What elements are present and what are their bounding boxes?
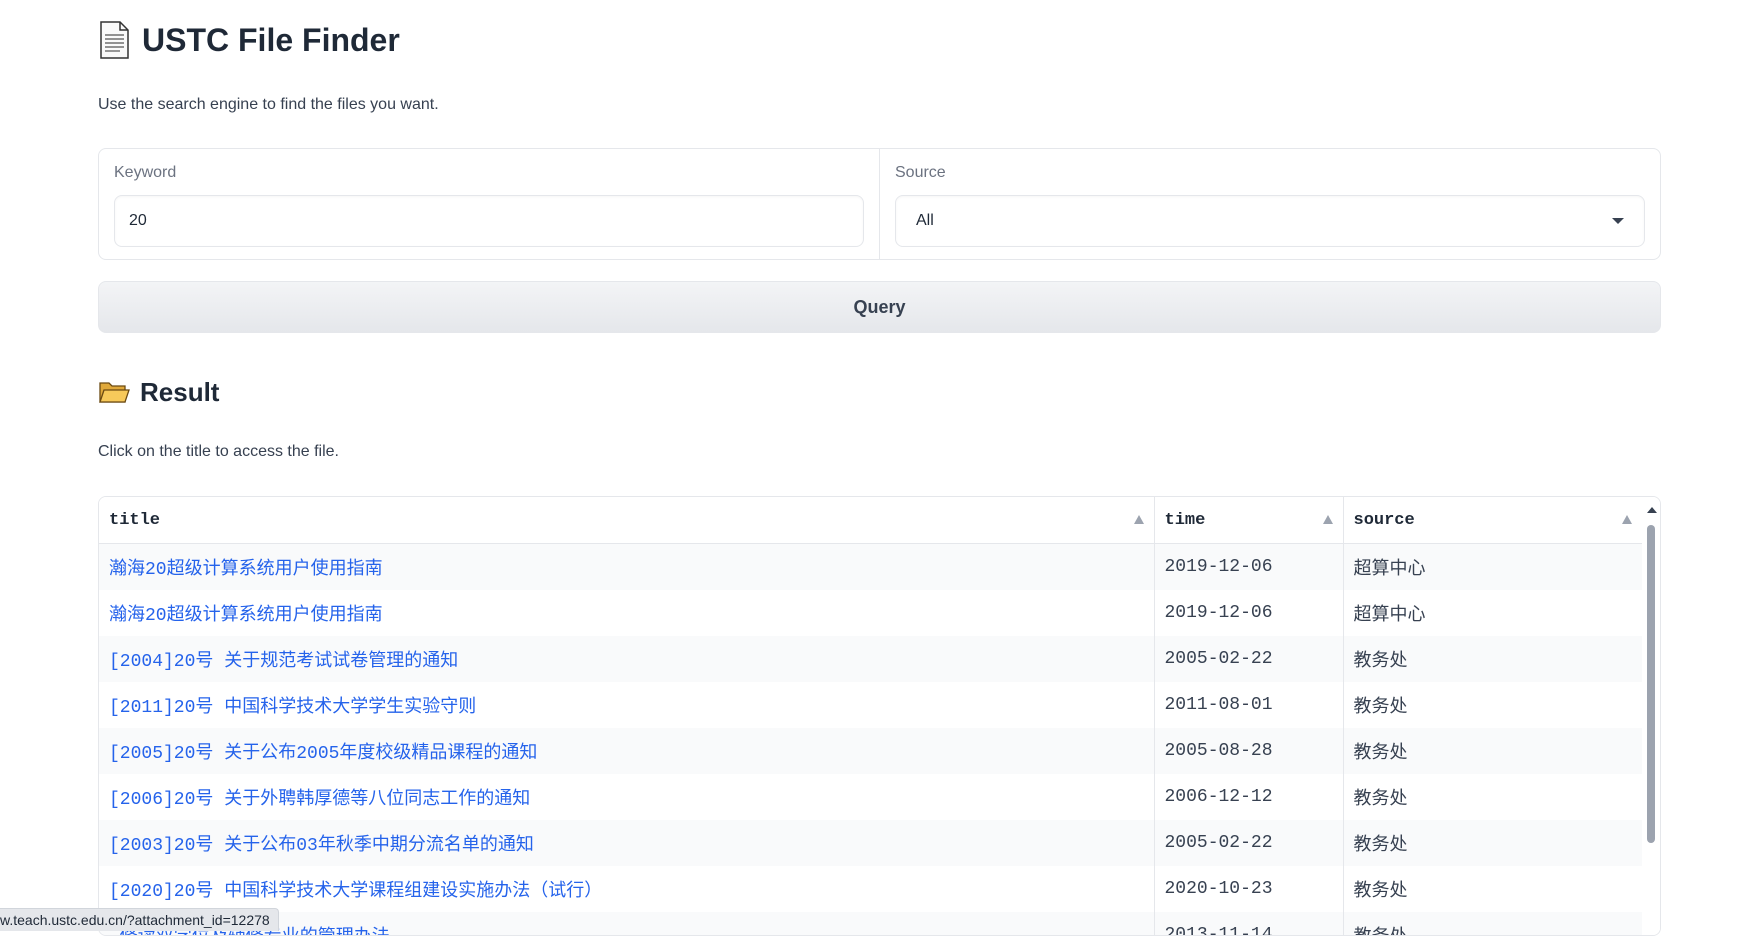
file-title-link[interactable]: [2004]20号 关于规范考试试卷管理的通知	[109, 652, 458, 672]
title-cell: [2004]20号 关于规范考试试卷管理的通知	[99, 636, 1154, 682]
column-header-source[interactable]: source	[1343, 497, 1642, 544]
table-header-row: title time source	[99, 497, 1642, 544]
file-title-link[interactable]: [2011]20号 中国科学技术大学学生实验守则	[109, 698, 476, 718]
source-cell: 教务处	[1343, 866, 1642, 912]
result-header: Result	[98, 372, 219, 412]
column-header-title[interactable]: title	[99, 497, 1154, 544]
result-table-container: title time source 瀚海20超级计算系统用户使用指南 2019-…	[98, 496, 1661, 936]
sort-up-icon[interactable]	[1323, 515, 1333, 524]
time-cell: 2005-08-28	[1154, 728, 1343, 774]
file-title-link[interactable]: [2005]20号 关于公布2005年度校级精品课程的通知	[109, 744, 537, 764]
source-cell: 教务处	[1343, 728, 1642, 774]
table-scrollbar[interactable]	[1642, 497, 1660, 935]
page-description: Use the search engine to find the files …	[98, 96, 439, 114]
file-title-link[interactable]: 瀚海20超级计算系统用户使用指南	[109, 606, 383, 626]
source-cell: 教务处	[1343, 774, 1642, 820]
column-header-time[interactable]: time	[1154, 497, 1343, 544]
file-title-link[interactable]: [2003]20号 关于公布03年秋季中期分流名单的通知	[109, 836, 534, 856]
table-row: [2003]20号 关于公布03年秋季中期分流名单的通知 2005-02-22 …	[99, 820, 1642, 866]
column-header-label: time	[1165, 511, 1206, 530]
table-row: 瀚海20超级计算系统用户使用指南 2019-12-06 超算中心	[99, 544, 1642, 590]
search-form: Keyword Source All	[98, 148, 1661, 260]
title-cell: [2003]20号 关于公布03年秋季中期分流名单的通知	[99, 820, 1154, 866]
source-cell: 超算中心	[1343, 544, 1642, 590]
document-icon	[98, 21, 130, 59]
sort-up-icon[interactable]	[1134, 515, 1144, 524]
keyword-input[interactable]	[127, 211, 851, 231]
page-title: USTC File Finder	[142, 22, 400, 59]
source-cell: 教务处	[1343, 912, 1642, 936]
chevron-down-icon	[1612, 218, 1624, 224]
table-row: [2005]20号 关于公布2005年度校级精品课程的通知 2005-08-28…	[99, 728, 1642, 774]
time-cell: 2019-12-06	[1154, 590, 1343, 636]
table-row: [2004]20号 关于规范考试试卷管理的通知 2005-02-22 教务处	[99, 636, 1642, 682]
source-cell: 教务处	[1343, 820, 1642, 866]
result-table: title time source 瀚海20超级计算系统用户使用指南 2019-…	[99, 497, 1642, 936]
folder-icon	[98, 379, 130, 405]
keyword-label: Keyword	[114, 163, 864, 183]
title-cell: [2005]20号 关于公布2005年度校级精品课程的通知	[99, 728, 1154, 774]
keyword-field-wrapper	[114, 195, 864, 247]
title-cell: 瀚海20超级计算系统用户使用指南	[99, 544, 1154, 590]
time-cell: 2020-10-23	[1154, 866, 1343, 912]
time-cell: 2013-11-14	[1154, 912, 1343, 936]
result-heading: Result	[140, 377, 219, 408]
title-cell: 瀚海20超级计算系统用户使用指南	[99, 590, 1154, 636]
keyword-group: Keyword	[99, 149, 879, 259]
source-selected-value: All	[916, 212, 934, 230]
file-title-link[interactable]: 瀚海20超级计算系统用户使用指南	[109, 560, 383, 580]
column-header-label: source	[1354, 511, 1415, 530]
title-cell: [2011]20号 中国科学技术大学学生实验守则	[99, 682, 1154, 728]
source-dropdown[interactable]: All	[895, 195, 1645, 247]
result-description: Click on the title to access the file.	[98, 443, 339, 461]
time-cell: 2019-12-06	[1154, 544, 1343, 590]
table-row: [2006]20号 关于外聘韩厚德等八位同志工作的通知 2006-12-12 教…	[99, 774, 1642, 820]
source-label: Source	[895, 163, 1645, 183]
source-cell: 超算中心	[1343, 590, 1642, 636]
time-cell: 2006-12-12	[1154, 774, 1343, 820]
app-header: USTC File Finder	[98, 18, 400, 62]
table-row: 瀚海20超级计算系统用户使用指南 2019-12-06 超算中心	[99, 590, 1642, 636]
scrollbar-thumb[interactable]	[1647, 525, 1655, 843]
source-group: Source All	[879, 149, 1660, 259]
source-cell: 教务处	[1343, 682, 1642, 728]
table-row: …修读双学位及辅修专业的管理办法 2013-11-14 教务处	[99, 912, 1642, 936]
sort-up-icon[interactable]	[1622, 515, 1632, 524]
time-cell: 2005-02-22	[1154, 636, 1343, 682]
title-cell: [2020]20号 中国科学技术大学课程组建设实施办法（试行）	[99, 866, 1154, 912]
source-cell: 教务处	[1343, 636, 1642, 682]
file-title-link[interactable]: [2006]20号 关于外聘韩厚德等八位同志工作的通知	[109, 790, 530, 810]
column-header-label: title	[109, 511, 160, 530]
table-row: [2020]20号 中国科学技术大学课程组建设实施办法（试行） 2020-10-…	[99, 866, 1642, 912]
file-title-link[interactable]: [2020]20号 中国科学技术大学课程组建设实施办法（试行）	[109, 882, 602, 902]
query-button[interactable]: Query	[98, 281, 1661, 333]
browser-status-bar: w.teach.ustc.edu.cn/?attachment_id=12278	[0, 908, 279, 931]
title-cell: [2006]20号 关于外聘韩厚德等八位同志工作的通知	[99, 774, 1154, 820]
scroll-up-arrow-icon[interactable]	[1647, 507, 1657, 513]
table-row: [2011]20号 中国科学技术大学学生实验守则 2011-08-01 教务处	[99, 682, 1642, 728]
time-cell: 2011-08-01	[1154, 682, 1343, 728]
time-cell: 2005-02-22	[1154, 820, 1343, 866]
